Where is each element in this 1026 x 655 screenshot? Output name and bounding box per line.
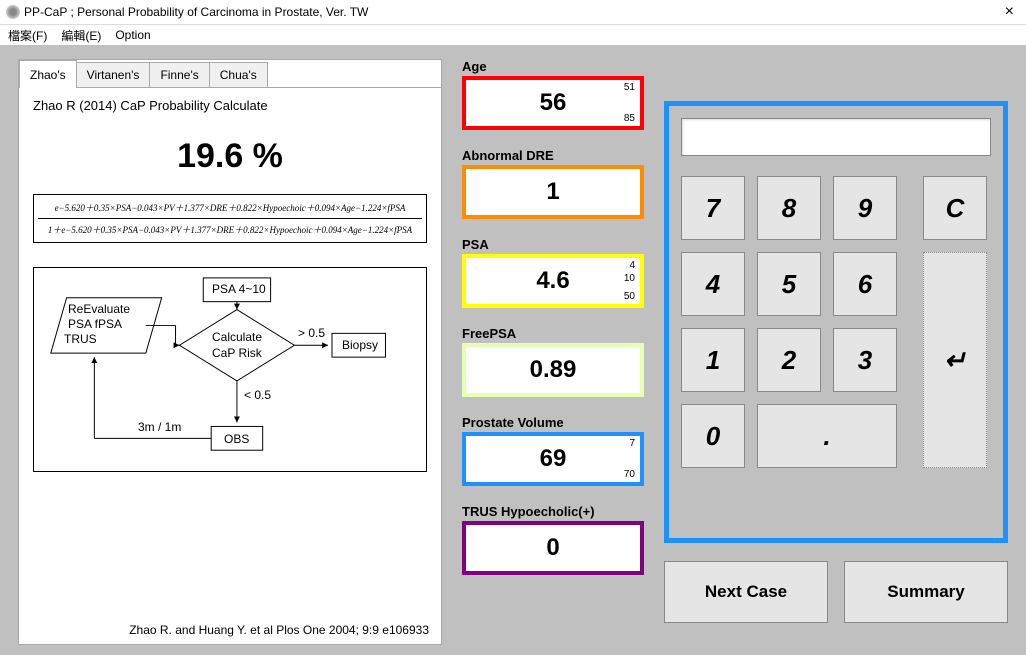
calculator-panel: 7 8 9 C 4 5 6 1 2 3 ↵ 0 . <box>664 101 1008 543</box>
workspace: Zhao's Virtanen's Finne's Chua's Zhao R … <box>0 45 1026 655</box>
inputs-column: Age 56 51 85 Abnormal DRE 1 PSA 4.6 4 10… <box>462 59 644 593</box>
input-fpsa-label: FreePSA <box>462 326 644 341</box>
panel-title: Zhao R (2014) CaP Probability Calculate <box>33 98 427 113</box>
flow-reeval-1: ReEvaluate <box>68 302 130 316</box>
input-dre[interactable]: 1 <box>462 165 644 219</box>
input-psa-min: 4 <box>629 260 635 271</box>
key-4[interactable]: 4 <box>681 252 745 316</box>
input-hypo[interactable]: 0 <box>462 521 644 575</box>
menu-edit[interactable]: 編輯(E) <box>61 27 101 44</box>
input-fpsa-value: 0.89 <box>530 356 577 384</box>
formula-box: e−5.620＋0.35×PSA−0.043×PV＋1.377×DRE＋0.82… <box>33 194 427 243</box>
flow-calc-2: CaP Risk <box>212 346 262 360</box>
input-pv-max: 70 <box>624 469 635 480</box>
input-pv-min: 7 <box>629 438 635 449</box>
key-clear[interactable]: C <box>923 176 987 240</box>
summary-button[interactable]: Summary <box>844 561 1008 623</box>
key-8[interactable]: 8 <box>757 176 821 240</box>
formula-numerator: e−5.620＋0.35×PSA−0.043×PV＋1.377×DRE＋0.82… <box>38 201 422 216</box>
key-6[interactable]: 6 <box>833 252 897 316</box>
input-pv-label: Prostate Volume <box>462 415 644 430</box>
tab-virtanen[interactable]: Virtanen's <box>76 62 151 87</box>
input-age-max: 85 <box>624 113 635 124</box>
key-7[interactable]: 7 <box>681 176 745 240</box>
input-psa-value: 4.6 <box>536 267 569 295</box>
key-enter[interactable]: ↵ <box>923 252 987 468</box>
flowchart: PSA 4~10 ReEvaluate PSA fPSA TRUS Calcul… <box>33 267 427 472</box>
tab-panel: Zhao's Virtanen's Finne's Chua's Zhao R … <box>18 59 442 645</box>
input-age-value: 56 <box>540 89 567 117</box>
titlebar: PP-CaP ; Personal Probability of Carcino… <box>0 0 1026 25</box>
input-psa[interactable]: 4.6 4 10 50 <box>462 254 644 308</box>
input-pv-group: Prostate Volume 69 7 70 <box>462 415 644 486</box>
flow-psa-range: PSA 4~10 <box>212 282 266 296</box>
flow-reeval-3: TRUS <box>64 332 97 346</box>
flow-loop: 3m / 1m <box>138 420 181 434</box>
app-icon <box>6 5 20 19</box>
flow-lt: < 0.5 <box>244 388 271 402</box>
input-hypo-label: TRUS Hypoecholic(+) <box>462 504 644 519</box>
key-dot[interactable]: . <box>757 404 897 468</box>
tab-chua[interactable]: Chua's <box>209 62 268 87</box>
formula-divider <box>38 218 422 219</box>
input-pv-value: 69 <box>540 445 567 473</box>
key-3[interactable]: 3 <box>833 328 897 392</box>
formula-denominator: 1＋e−5.620＋0.35×PSA−0.043×PV＋1.377×DRE＋0.… <box>38 221 422 236</box>
tab-zhao[interactable]: Zhao's <box>19 60 77 87</box>
flow-gt: > 0.5 <box>298 326 325 340</box>
flow-obs: OBS <box>224 432 249 446</box>
input-dre-group: Abnormal DRE 1 <box>462 148 644 219</box>
key-1[interactable]: 1 <box>681 328 745 392</box>
calculator-display[interactable] <box>681 118 991 156</box>
key-0[interactable]: 0 <box>681 404 745 468</box>
key-9[interactable]: 9 <box>833 176 897 240</box>
input-age-min: 51 <box>624 82 635 93</box>
key-2[interactable]: 2 <box>757 328 821 392</box>
probability-result: 19.6 % <box>33 137 427 176</box>
input-psa-label: PSA <box>462 237 644 252</box>
menu-option[interactable]: Option <box>115 28 150 42</box>
input-pv[interactable]: 69 7 70 <box>462 432 644 486</box>
input-age-label: Age <box>462 59 644 74</box>
input-age[interactable]: 56 51 85 <box>462 76 644 130</box>
flow-reeval-2: PSA fPSA <box>68 317 122 331</box>
citation: Zhao R. and Huang Y. et al Plos One 2004… <box>129 623 429 637</box>
flow-calc-1: Calculate <box>212 330 262 344</box>
close-icon[interactable]: × <box>999 3 1020 21</box>
menu-file[interactable]: 檔案(F) <box>8 27 47 44</box>
input-age-group: Age 56 51 85 <box>462 59 644 130</box>
action-row: Next Case Summary <box>664 561 1008 623</box>
input-fpsa-group: FreePSA 0.89 <box>462 326 644 397</box>
input-psa-max: 50 <box>624 291 635 302</box>
input-dre-label: Abnormal DRE <box>462 148 644 163</box>
next-case-button[interactable]: Next Case <box>664 561 828 623</box>
input-fpsa[interactable]: 0.89 <box>462 343 644 397</box>
input-psa-group: PSA 4.6 4 10 50 <box>462 237 644 308</box>
input-psa-mid: 10 <box>624 273 635 284</box>
input-hypo-value: 0 <box>546 534 559 562</box>
window-title: PP-CaP ; Personal Probability of Carcino… <box>24 5 999 19</box>
menubar: 檔案(F) 編輯(E) Option <box>0 25 1026 45</box>
tab-content: Zhao R (2014) CaP Probability Calculate … <box>19 88 441 643</box>
input-dre-value: 1 <box>546 178 559 206</box>
input-hypo-group: TRUS Hypoecholic(+) 0 <box>462 504 644 575</box>
tab-strip: Zhao's Virtanen's Finne's Chua's <box>19 60 441 88</box>
key-5[interactable]: 5 <box>757 252 821 316</box>
tab-finne[interactable]: Finne's <box>149 62 209 87</box>
flow-biopsy: Biopsy <box>342 338 378 352</box>
